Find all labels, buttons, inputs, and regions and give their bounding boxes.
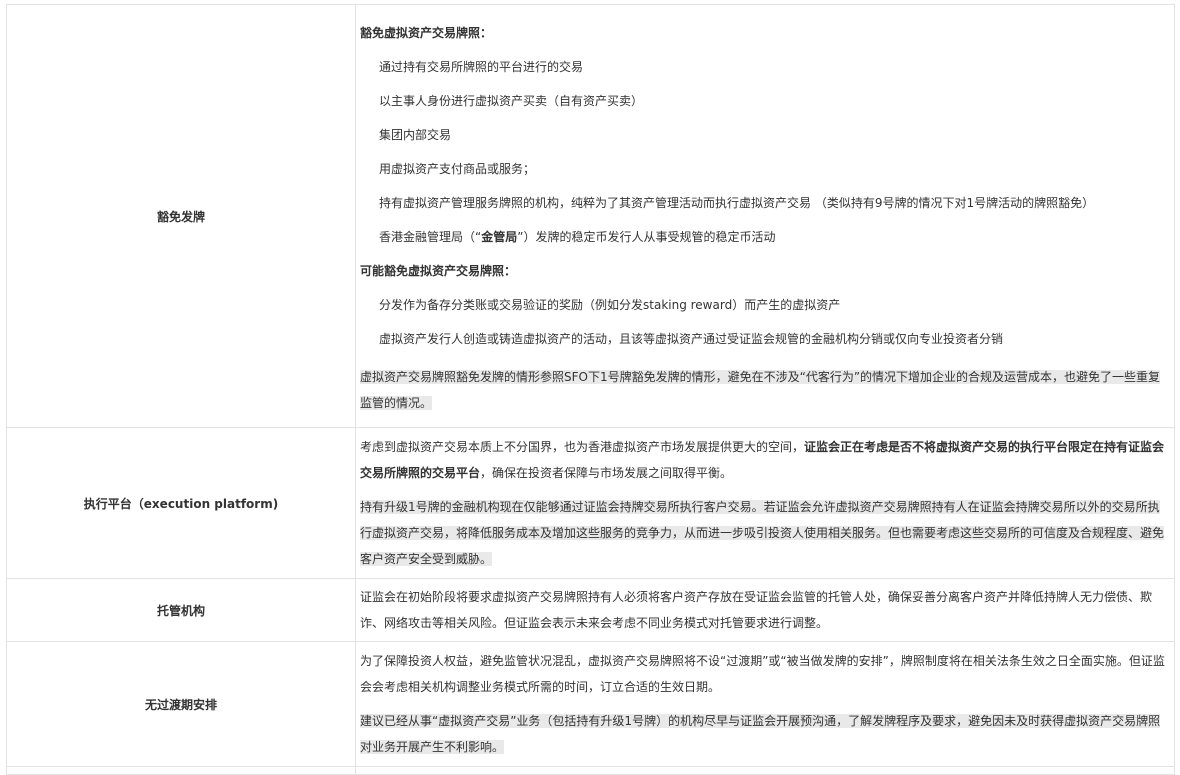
table-row: 执行平台（execution platform) 考虑到虚拟资产交易本质上不分国… [6, 427, 1175, 579]
table-row: 豁免发牌 豁免虚拟资产交易牌照： 通过持有交易所牌照的平台进行的交易 以主事人身… [6, 4, 1175, 428]
row-label-custodian: 托管机构 [6, 578, 356, 642]
paragraph: 证监会在初始阶段将要求虚拟资产交易牌照持有人必须将客户资产存放在受证监会监管的托… [360, 590, 1153, 630]
list-item: 通过持有交易所牌照的平台进行的交易 [379, 60, 584, 74]
row-label-execution-platform: 执行平台（execution platform) [6, 427, 356, 579]
highlight-note: 建议已经从事“虚拟资产交易”业务（包括持有升级1号牌）的机构尽早与证监会开展预沟… [360, 708, 1171, 760]
highlighted-text: 虚拟资产交易牌照豁免发牌的情形参照SFO下1号牌豁免发牌的情形，避免在不涉及“代… [360, 370, 1161, 410]
bold-text: 金管局 [481, 230, 518, 244]
list-item: 分发作为备存分类账或交易验证的奖励（例如分发staking reward）而产生… [379, 298, 841, 312]
text: 考虑到虚拟资产交易本质上不分国界，也为香港虚拟资产市场发展提供更大的空间， [360, 440, 805, 454]
highlighted-text: 建议已经从事“虚拟资产交易”业务（包括持有升级1号牌）的机构尽早与证监会开展预沟… [360, 714, 1161, 754]
row-content-no-transition: 为了保障投资人权益，避免监管状况混乱，虚拟资产交易牌照将不设“过渡期”或“被当做… [355, 641, 1175, 767]
list-item: 香港金融管理局（“金管局”）发牌的稳定币发行人从事受规管的稳定币活动 [360, 220, 1171, 254]
row-content-execution-platform: 考虑到虚拟资产交易本质上不分国界，也为香港虚拟资产市场发展提供更大的空间，证监会… [355, 427, 1175, 579]
row-content-exemption: 豁免虚拟资产交易牌照： 通过持有交易所牌照的平台进行的交易 以主事人身份进行虚拟… [355, 4, 1175, 428]
table-row: 托管机构 证监会在初始阶段将要求虚拟资产交易牌照持有人必须将客户资产存放在受证监… [6, 578, 1175, 642]
text: 香港金融管理局（“ [379, 230, 482, 244]
table-row-partial [6, 766, 1175, 775]
section-heading: 可能豁免虚拟资产交易牌照： [360, 264, 517, 278]
section-heading: 豁免虚拟资产交易牌照： [360, 26, 493, 40]
table-row: 无过渡期安排 为了保障投资人权益，避免监管状况混乱，虚拟资产交易牌照将不设“过渡… [6, 641, 1175, 767]
row-label-empty [6, 766, 356, 775]
list-item: 集团内部交易 [379, 128, 452, 142]
list-item: 以主事人身份进行虚拟资产买卖（自有资产买卖） [379, 94, 644, 108]
row-label-no-transition: 无过渡期安排 [6, 641, 356, 767]
text: ，确保在投资者保障与市场发展之间取得平衡。 [480, 466, 733, 480]
row-content-empty [355, 766, 1175, 775]
paragraph: 为了保障投资人权益，避免监管状况混乱，虚拟资产交易牌照将不设“过渡期”或“被当做… [360, 654, 1165, 694]
list-item: 用虚拟资产支付商品或服务； [379, 162, 536, 176]
regulation-table: 豁免发牌 豁免虚拟资产交易牌照： 通过持有交易所牌照的平台进行的交易 以主事人身… [6, 4, 1175, 775]
highlighted-text: 持有升级1号牌的金融机构现在仅能够通过证监会持牌交易所执行客户交易。若证监会允许… [360, 500, 1165, 566]
row-content-custodian: 证监会在初始阶段将要求虚拟资产交易牌照持有人必须将客户资产存放在受证监会监管的托… [355, 578, 1175, 642]
highlight-note: 持有升级1号牌的金融机构现在仅能够通过证监会持牌交易所执行客户交易。若证监会允许… [360, 494, 1171, 572]
list-item: 虚拟资产发行人创造或铸造虚拟资产的活动，且该等虚拟资产通过受证监会规管的金融机构… [379, 332, 1004, 346]
text: ”）发牌的稳定币发行人从事受规管的稳定币活动 [517, 230, 776, 244]
paragraph: 考虑到虚拟资产交易本质上不分国界，也为香港虚拟资产市场发展提供更大的空间，证监会… [360, 434, 1171, 486]
list-item: 持有虚拟资产管理服务牌照的机构，纯粹为了其资产管理活动而执行虚拟资产交易 （类似… [379, 196, 1095, 210]
row-label-exemption: 豁免发牌 [6, 4, 356, 428]
highlight-note: 虚拟资产交易牌照豁免发牌的情形参照SFO下1号牌豁免发牌的情形，避免在不涉及“代… [360, 364, 1171, 416]
